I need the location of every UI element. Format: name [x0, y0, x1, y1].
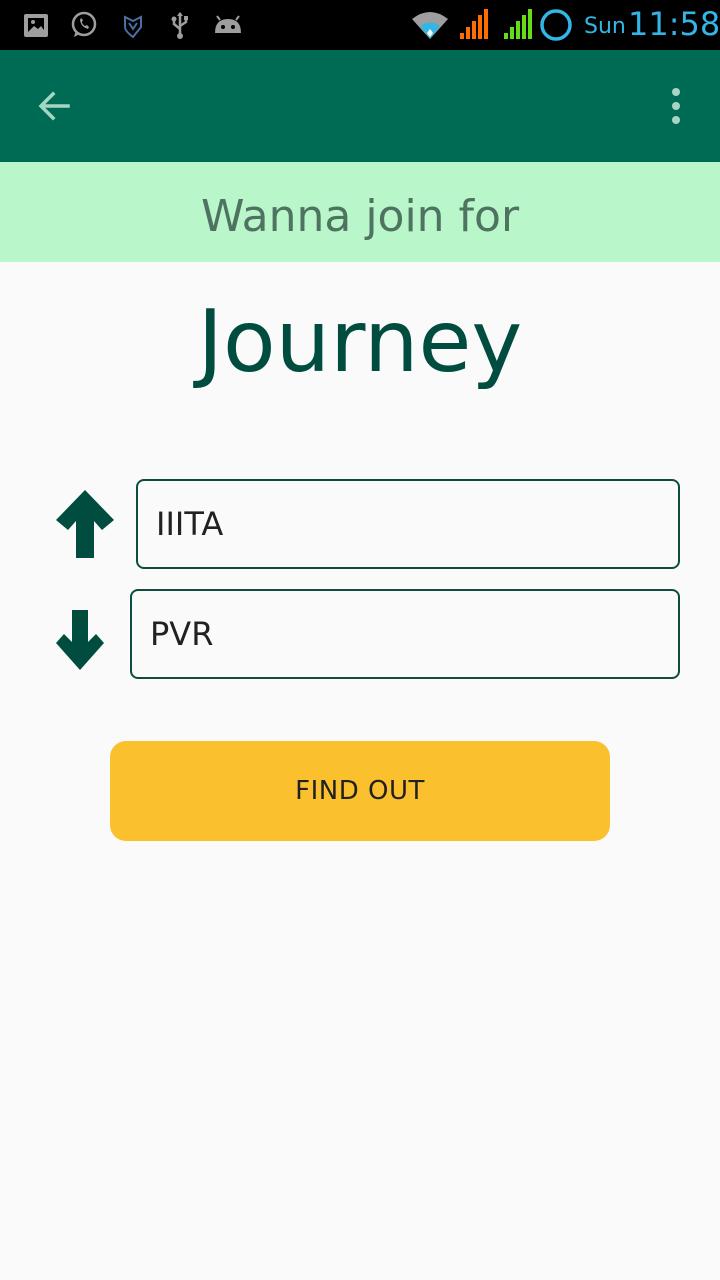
- more-vert-icon: [672, 88, 680, 124]
- arrow-up-icon: [56, 490, 114, 558]
- banner: Wanna join for: [0, 162, 720, 262]
- app-bar: [0, 50, 720, 162]
- to-location-input[interactable]: [130, 589, 680, 679]
- overflow-menu-button[interactable]: [652, 78, 700, 134]
- arrow-back-icon: [38, 91, 70, 121]
- from-location-input[interactable]: [136, 479, 680, 569]
- sync-ring-icon: [540, 9, 572, 41]
- signal-icon: [460, 9, 488, 39]
- wifi-icon: [412, 12, 448, 39]
- usb-icon: [171, 12, 188, 39]
- vpn-icon: [124, 15, 142, 39]
- signal-icon-2: [504, 9, 532, 39]
- back-button[interactable]: [26, 78, 82, 134]
- status-bar: Sun 11:58: [0, 0, 720, 50]
- arrow-down-icon: [56, 610, 104, 670]
- gallery-icon: [24, 14, 48, 37]
- status-day: Sun: [584, 14, 626, 39]
- banner-text: Wanna join for: [200, 190, 520, 242]
- status-time: 11:58: [628, 5, 720, 43]
- page-title: Journey: [197, 292, 523, 392]
- android-icon: [215, 15, 241, 33]
- find-out-button[interactable]: FIND OUT: [110, 741, 610, 841]
- whatsapp-icon: [71, 11, 97, 37]
